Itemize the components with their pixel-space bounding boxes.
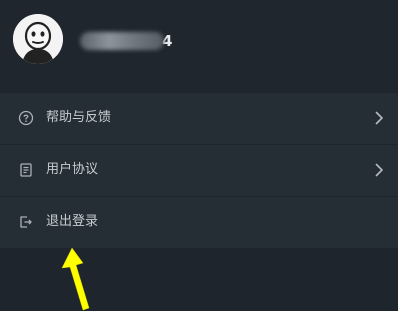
menu-item-label: 退出登录 bbox=[46, 214, 99, 229]
username-redacted-blur bbox=[80, 32, 164, 50]
menu-item-label: 用户协议 bbox=[46, 162, 99, 177]
menu-item-help-feedback[interactable]: 帮助与反馈 bbox=[0, 93, 398, 145]
settings-menu: 帮助与反馈 用户协议 退出登录 bbox=[0, 93, 398, 248]
chevron-right-icon bbox=[375, 111, 383, 125]
chevron-right-icon bbox=[375, 163, 383, 177]
menu-item-label: 帮助与反馈 bbox=[46, 110, 112, 125]
menu-item-user-agreement[interactable]: 用户协议 bbox=[0, 145, 398, 197]
profile-header: 4 bbox=[0, 0, 398, 92]
username: 4 bbox=[80, 30, 173, 52]
help-circle-icon bbox=[18, 110, 34, 126]
face-icon bbox=[13, 14, 63, 64]
avatar[interactable] bbox=[13, 14, 63, 64]
annotation-arrow-icon bbox=[61, 247, 90, 311]
menu-item-logout[interactable]: 退出登录 bbox=[0, 197, 398, 248]
logout-icon bbox=[20, 216, 32, 228]
document-icon bbox=[20, 163, 32, 177]
